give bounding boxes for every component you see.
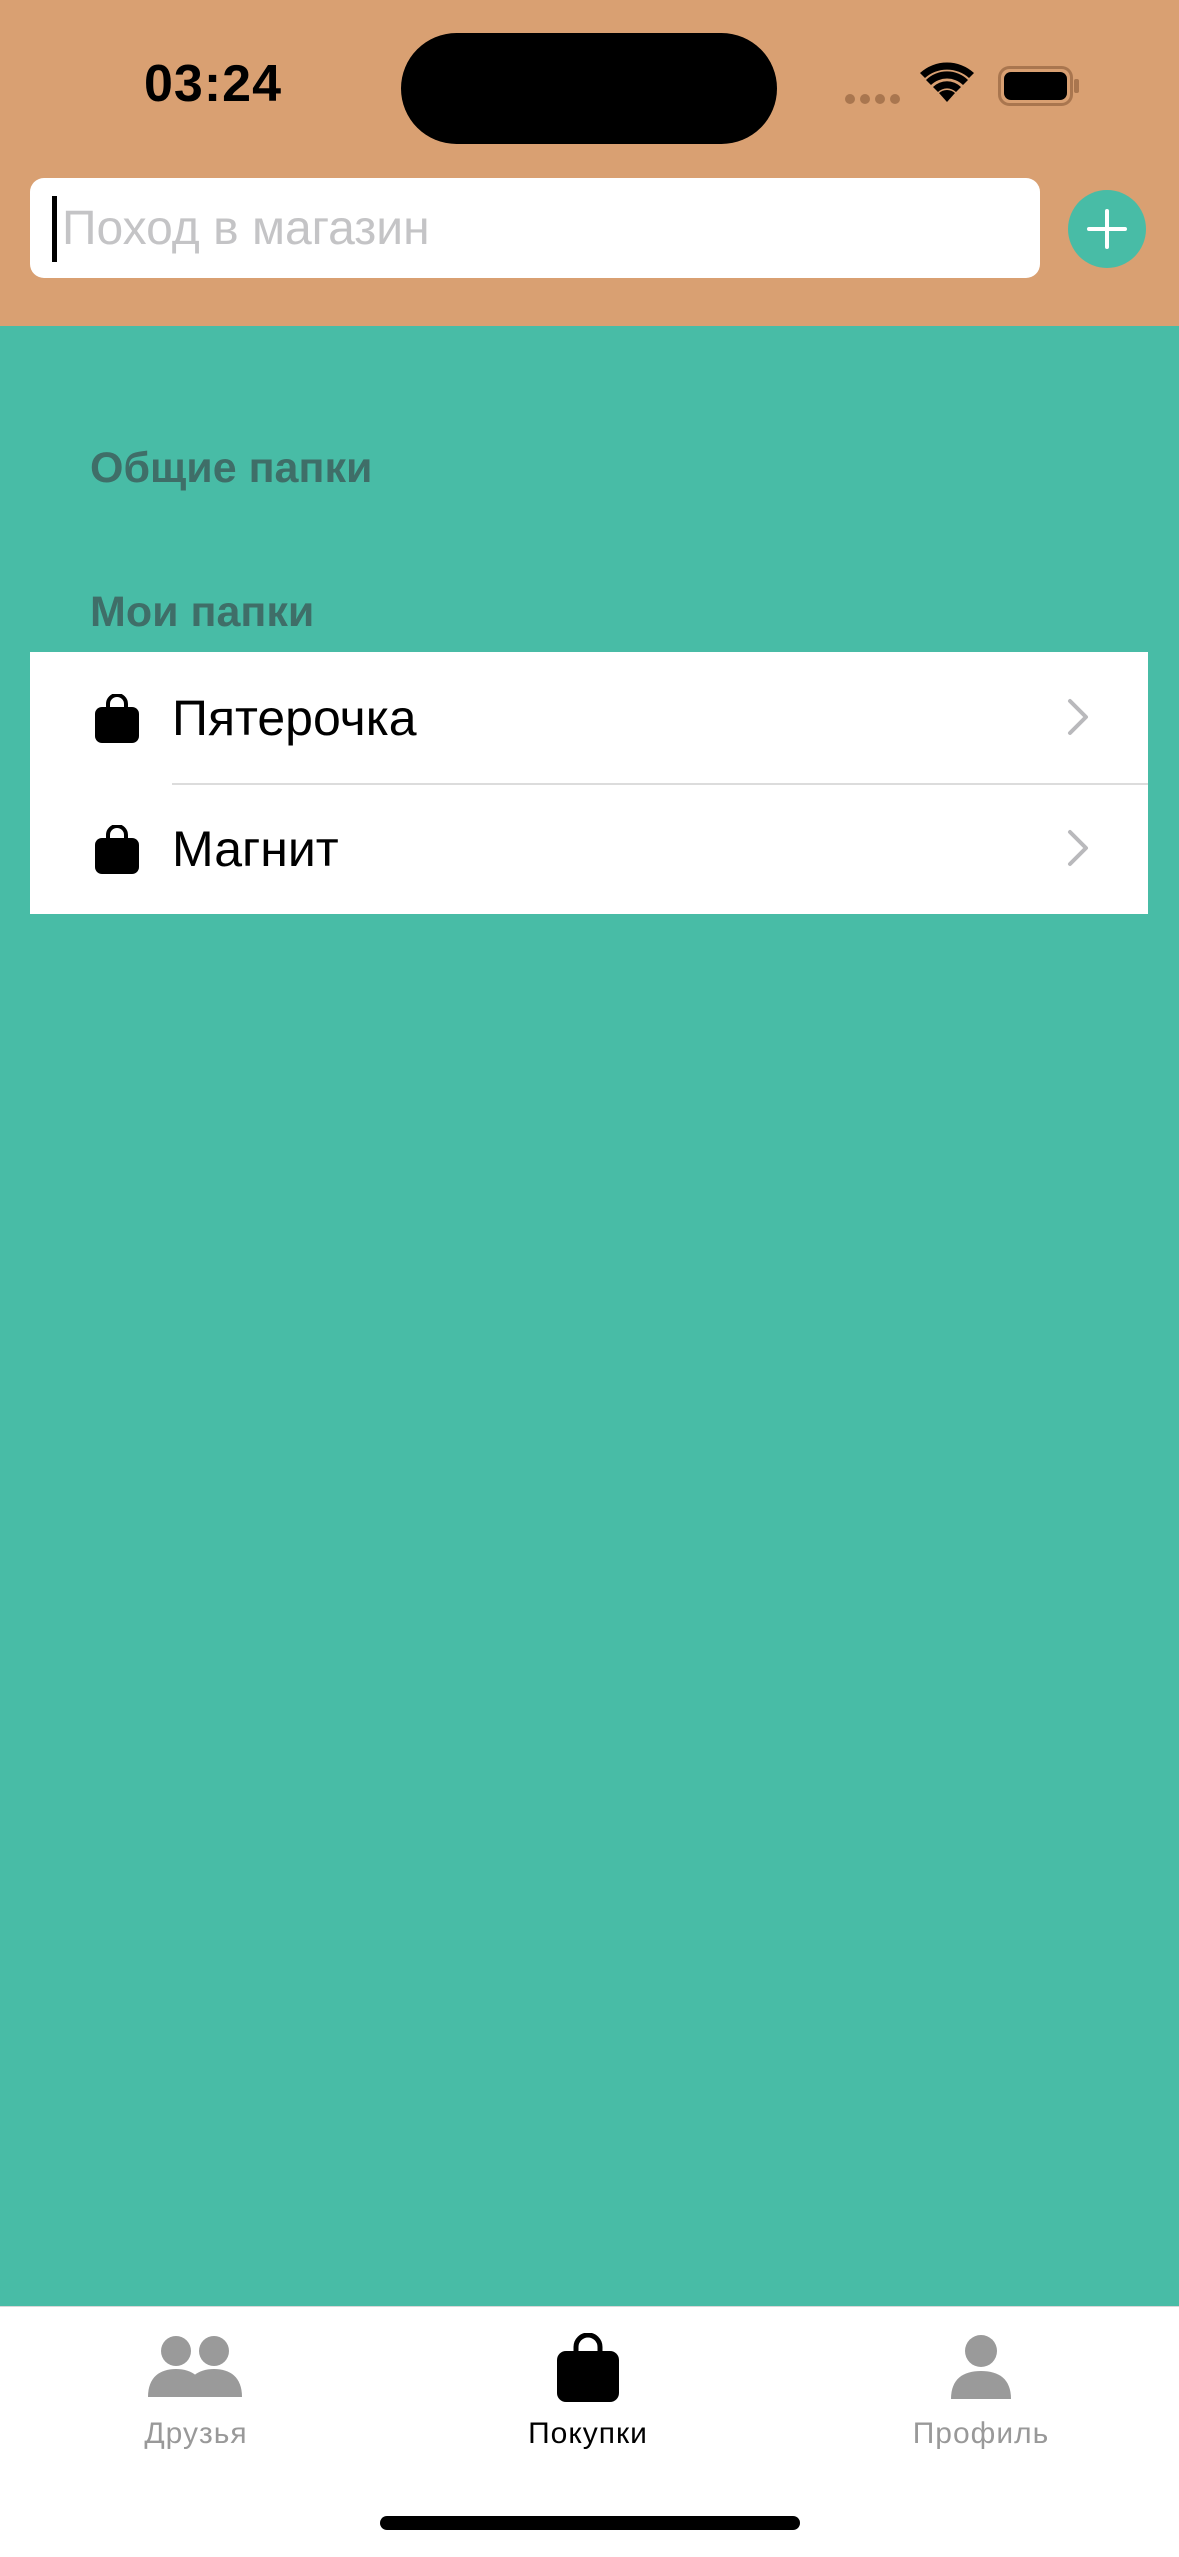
folder-name: Магнит: [172, 820, 339, 877]
my-folders-list: Пятерочка Магнит: [30, 652, 1148, 914]
folder-row-magnit[interactable]: Магнит: [30, 783, 1148, 914]
folder-name-input[interactable]: [56, 178, 1016, 278]
battery-icon: [998, 66, 1079, 106]
wifi-icon: [920, 62, 974, 102]
shared-folders-header: Общие папки: [90, 444, 373, 492]
plus-icon: [1087, 209, 1127, 249]
tab-friends[interactable]: Друзья: [66, 2307, 326, 2477]
folder-row-pyaterochka[interactable]: Пятерочка: [30, 652, 1148, 783]
add-folder-button[interactable]: [1068, 190, 1146, 268]
tab-profile[interactable]: Профиль: [851, 2307, 1111, 2477]
tab-label: Друзья: [144, 2417, 248, 2450]
chevron-right-icon: [1068, 699, 1088, 735]
chevron-right-icon: [1068, 830, 1088, 866]
tab-label: Профиль: [912, 2417, 1050, 2450]
dynamic-island: [401, 33, 777, 144]
home-indicator: [380, 2516, 800, 2530]
cellular-signal-icon: [845, 94, 900, 104]
header-area: 03:24: [0, 0, 1179, 326]
shopping-bag-icon: [95, 825, 139, 874]
tab-label: Покупки: [528, 2417, 648, 2450]
folder-name-field[interactable]: [30, 178, 1040, 278]
shopping-bag-icon: [557, 2333, 619, 2402]
my-folders-header: Мои папки: [90, 588, 315, 636]
shopping-bag-icon: [95, 694, 139, 743]
friends-icon: [148, 2336, 242, 2397]
profile-icon: [951, 2335, 1011, 2399]
status-time: 03:24: [144, 55, 282, 113]
tab-shopping[interactable]: Покупки: [458, 2307, 718, 2477]
folder-name: Пятерочка: [172, 689, 417, 746]
